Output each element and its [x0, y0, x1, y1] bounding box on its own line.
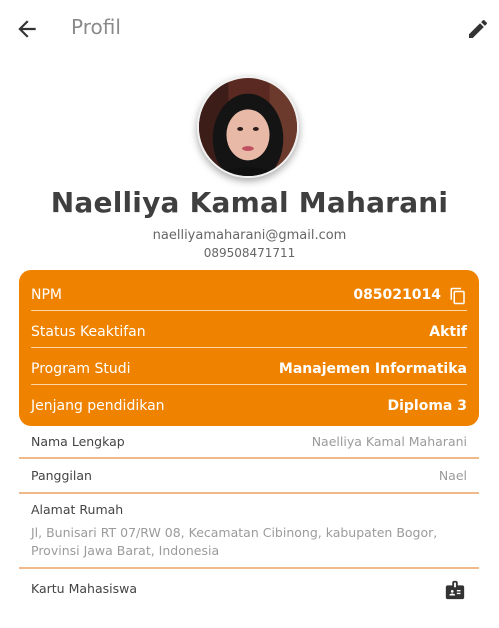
- address-value: Jl, Bunisari RT 07/RW 08, Kecamatan Cibi…: [31, 525, 438, 558]
- npm-value: 085021014: [353, 287, 441, 303]
- student-card-row[interactable]: Kartu Mahasiswa: [19, 580, 479, 604]
- divider: [19, 492, 479, 494]
- nickname-label: Panggilan: [31, 468, 92, 483]
- address-row: Alamat Rumah: [19, 502, 479, 522]
- full-name-value: Naelliya Kamal Maharani: [311, 434, 467, 449]
- education-level-value: Diploma 3: [387, 398, 467, 414]
- nickname-row: Panggilan Nael: [19, 468, 479, 492]
- full-name-row: Nama Lengkap Naelliya Kamal Maharani: [19, 434, 479, 458]
- academic-info-card: NPM 085021014 Status Keaktifan Aktif Pro…: [19, 270, 479, 426]
- status-row: Status Keaktifan Aktif: [31, 311, 467, 348]
- divider: [19, 457, 479, 459]
- npm-row: NPM 085021014: [31, 274, 467, 311]
- app-bar: Profil: [0, 0, 499, 56]
- status-value: Aktif: [429, 324, 467, 340]
- education-level-row: Jenjang pendidikan Diploma 3: [31, 385, 467, 422]
- nickname-value: Nael: [438, 468, 467, 483]
- page-title: Profil: [71, 15, 121, 39]
- npm-label: NPM: [31, 287, 62, 303]
- profile-name: Naelliya Kamal Maharani: [50, 186, 449, 219]
- profile-email: naelliyamaharani@gmail.com: [152, 228, 347, 243]
- profile-phone: 089508471711: [203, 246, 296, 260]
- divider: [19, 567, 479, 569]
- student-card-label: Kartu Mahasiswa: [31, 581, 137, 596]
- profile-photo: [199, 78, 297, 176]
- edit-pencil-icon[interactable]: [466, 17, 490, 41]
- study-program-label: Program Studi: [31, 361, 131, 377]
- study-program-row: Program Studi Manajemen Informatika: [31, 348, 467, 385]
- avatar: [197, 76, 299, 178]
- badge-id-icon[interactable]: [444, 579, 466, 601]
- full-name-label: Nama Lengkap: [31, 434, 125, 449]
- arrow-back-icon[interactable]: [14, 16, 40, 42]
- copy-icon[interactable]: [449, 287, 467, 305]
- status-label: Status Keaktifan: [31, 324, 146, 340]
- address-label: Alamat Rumah: [31, 502, 124, 517]
- education-level-label: Jenjang pendidikan: [31, 398, 165, 414]
- study-program-value: Manajemen Informatika: [278, 361, 467, 377]
